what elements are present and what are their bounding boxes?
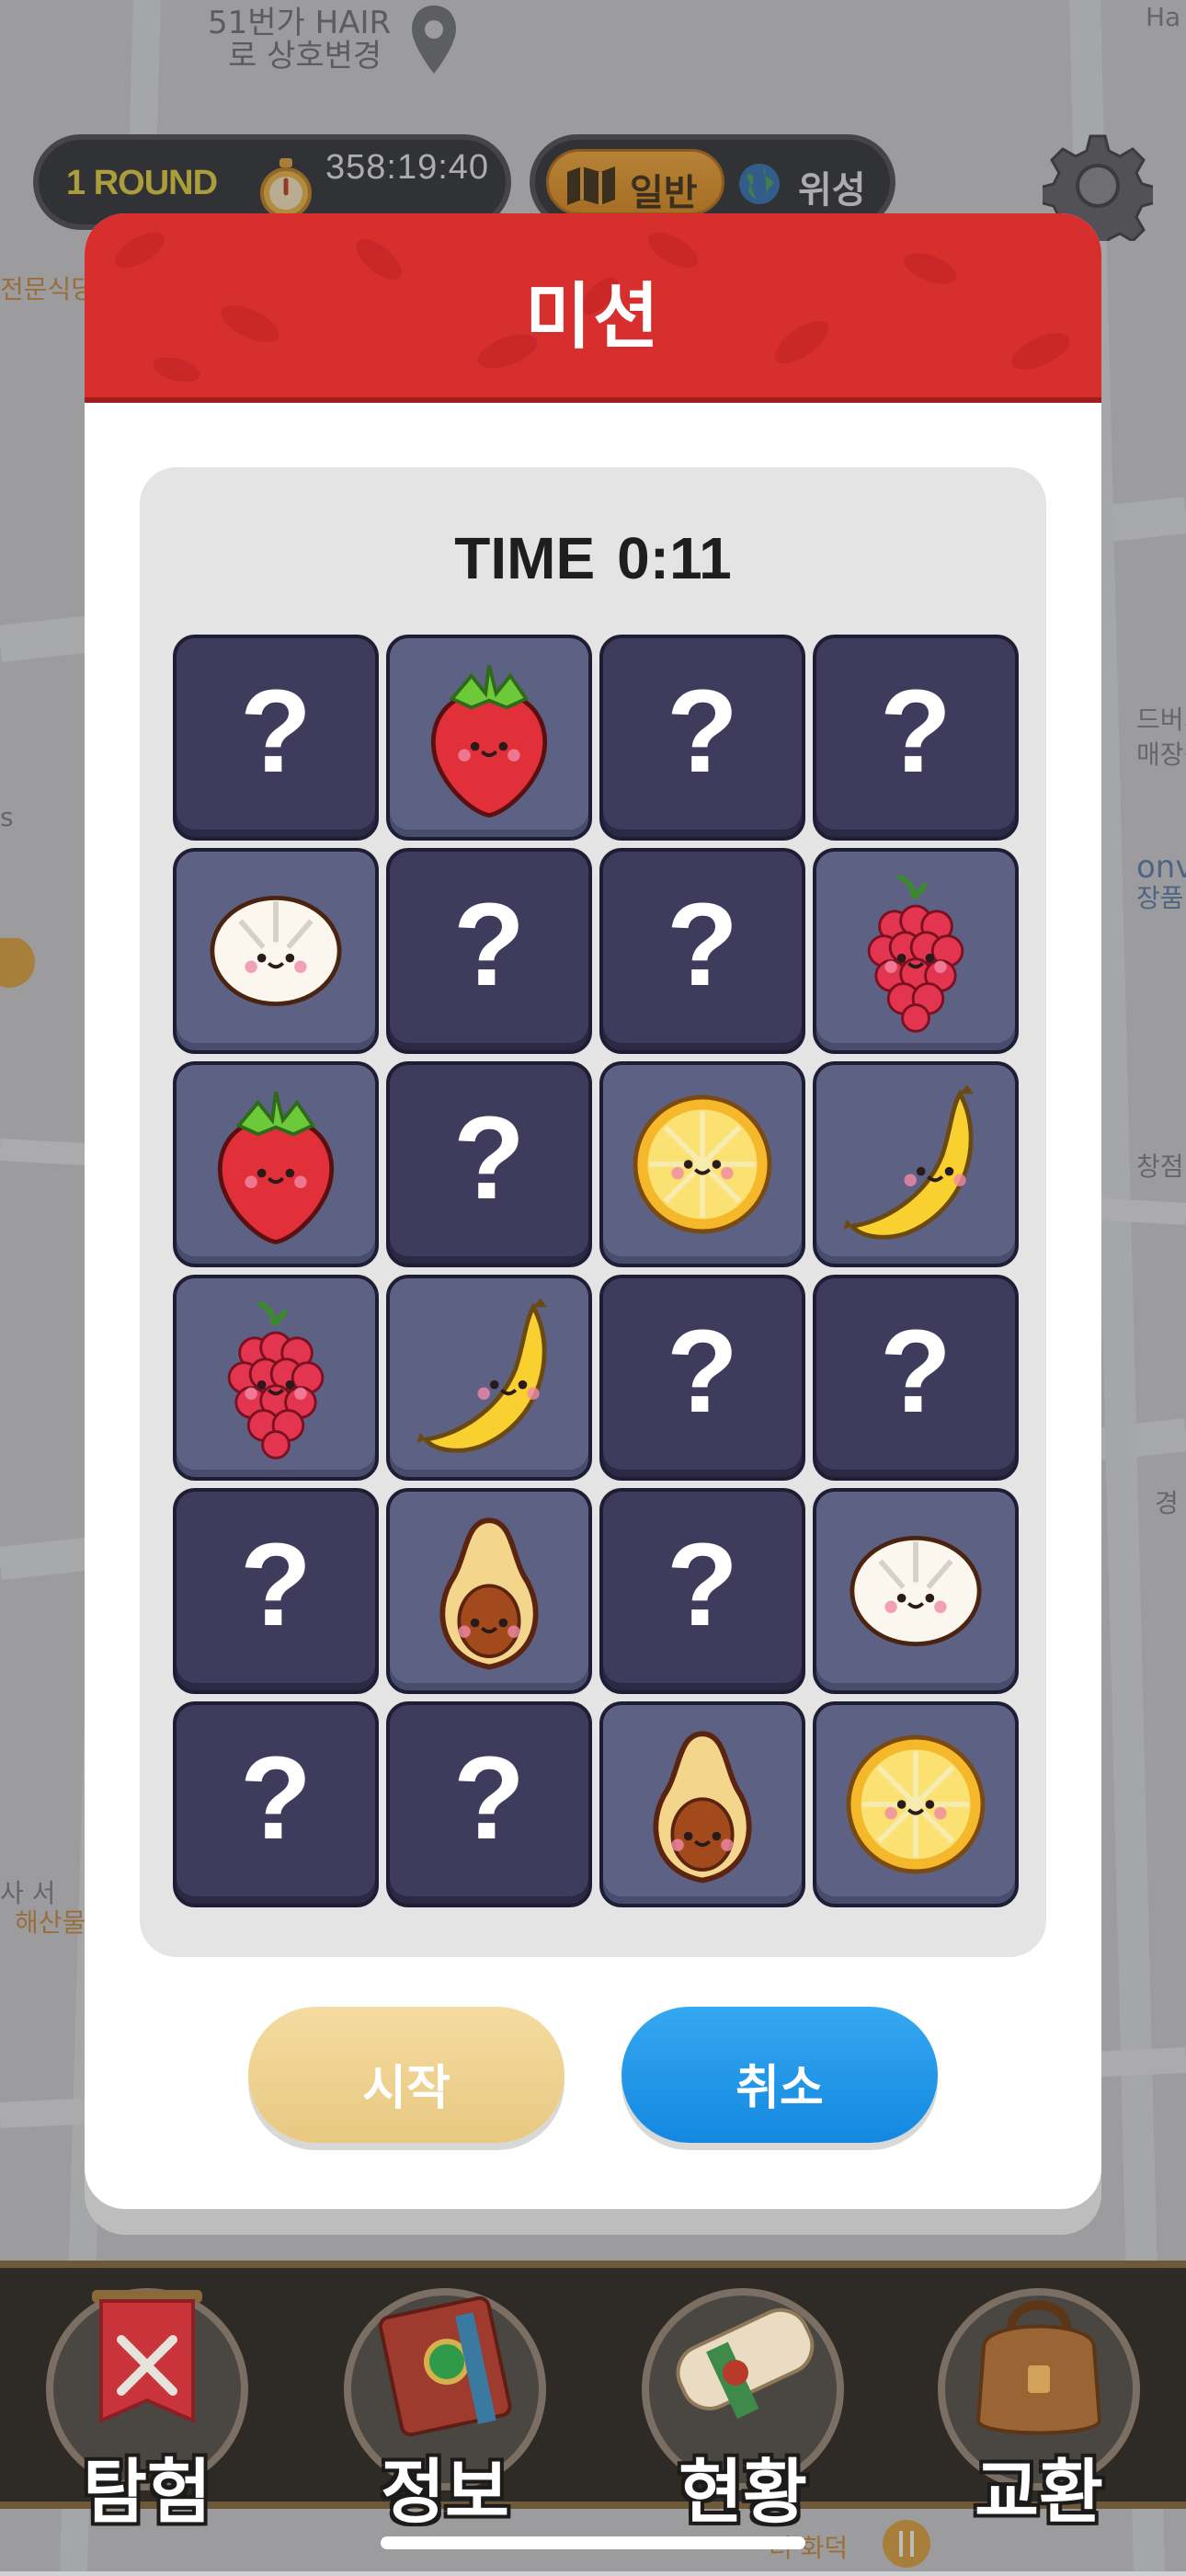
raspberry-icon	[867, 874, 964, 1033]
memory-tile-lemon[interactable]	[813, 1701, 1019, 1907]
memory-tile-hidden[interactable]: ?	[813, 1275, 1019, 1481]
memory-tile-raspberry[interactable]	[173, 1275, 379, 1481]
question-mark: ?	[239, 1519, 313, 1651]
nav-status-label: 현황	[679, 2451, 807, 2533]
memory-tile-hidden[interactable]: ?	[599, 1488, 805, 1694]
bottom-navigation: 탐험 정보 현황 교환	[0, 2261, 1186, 2533]
memory-tile-raspberry[interactable]	[813, 848, 1019, 1054]
time-display: TIME 0:11	[140, 524, 1046, 592]
memory-tile-hidden[interactable]: ?	[173, 1488, 379, 1694]
raspberry-icon	[227, 1300, 325, 1460]
nav-explore-label: 탐험	[83, 2451, 211, 2533]
question-mark: ?	[666, 1519, 739, 1651]
memory-tile-strawberry[interactable]	[173, 1061, 379, 1267]
memory-tile-hidden[interactable]: ?	[173, 635, 379, 841]
cancel-button[interactable]: 취소	[622, 2007, 938, 2143]
nav-explore[interactable]: 탐험	[18, 2264, 276, 2533]
lemon-icon	[846, 1735, 986, 1874]
start-button-label: 시작	[362, 2061, 450, 2116]
memory-tile-banana[interactable]	[386, 1275, 592, 1481]
nav-exchange[interactable]: 교환	[910, 2264, 1168, 2533]
question-mark: ?	[666, 666, 739, 797]
memory-tile-hidden[interactable]: ?	[813, 635, 1019, 841]
question-mark: ?	[452, 879, 526, 1011]
lemon-icon	[633, 1094, 772, 1234]
memory-tile-banana[interactable]	[813, 1061, 1019, 1267]
strawberry-icon	[430, 664, 548, 818]
memory-tile-avocado[interactable]	[386, 1488, 592, 1694]
nav-status[interactable]: 현황	[614, 2264, 872, 2533]
banana-icon	[843, 1084, 975, 1240]
question-mark: ?	[239, 666, 313, 797]
question-mark: ?	[666, 1306, 739, 1437]
memory-tile-hidden[interactable]: ?	[599, 848, 805, 1054]
avocado-icon	[653, 1731, 752, 1883]
home-indicator[interactable]	[381, 2536, 805, 2549]
memory-tile-hidden[interactable]: ?	[386, 1061, 592, 1267]
strawberry-icon	[217, 1091, 335, 1244]
question-mark: ?	[879, 1306, 952, 1437]
memory-tile-avocado[interactable]	[599, 1701, 805, 1907]
question-mark: ?	[452, 1093, 526, 1224]
memory-tile-hidden[interactable]: ?	[599, 635, 805, 841]
nav-exchange-label: 교환	[975, 2451, 1103, 2533]
nav-info-label: 정보	[381, 2451, 509, 2533]
dialog-title: 미션	[525, 276, 661, 359]
mission-dialog: 미션 TIME 0:11 ???????????? 시작 취소	[85, 213, 1101, 2209]
memory-tile-lemon[interactable]	[599, 1061, 805, 1267]
memory-tile-coconut[interactable]	[173, 848, 379, 1054]
coconut-icon	[210, 896, 342, 1006]
question-mark: ?	[239, 1733, 313, 1864]
memory-tile-hidden[interactable]: ?	[386, 848, 592, 1054]
start-button[interactable]: 시작	[248, 2007, 564, 2143]
memory-tile-hidden[interactable]: ?	[386, 1701, 592, 1907]
time-label: TIME	[454, 525, 596, 591]
cancel-button-label: 취소	[736, 2061, 824, 2116]
memory-tile-hidden[interactable]: ?	[599, 1275, 805, 1481]
memory-game-board: TIME 0:11 ????????????	[140, 467, 1046, 1957]
question-mark: ?	[666, 879, 739, 1011]
avocado-icon	[439, 1517, 539, 1670]
memory-tile-coconut[interactable]	[813, 1488, 1019, 1694]
memory-tile-strawberry[interactable]	[386, 635, 592, 841]
nav-info[interactable]: 정보	[316, 2264, 574, 2533]
time-value: 0:11	[617, 525, 732, 591]
dialog-header: 미션	[85, 213, 1101, 403]
memory-tile-hidden[interactable]: ?	[173, 1701, 379, 1907]
coconut-icon	[850, 1536, 982, 1646]
banana-icon	[416, 1298, 548, 1453]
question-mark: ?	[452, 1733, 526, 1864]
question-mark: ?	[879, 666, 952, 797]
